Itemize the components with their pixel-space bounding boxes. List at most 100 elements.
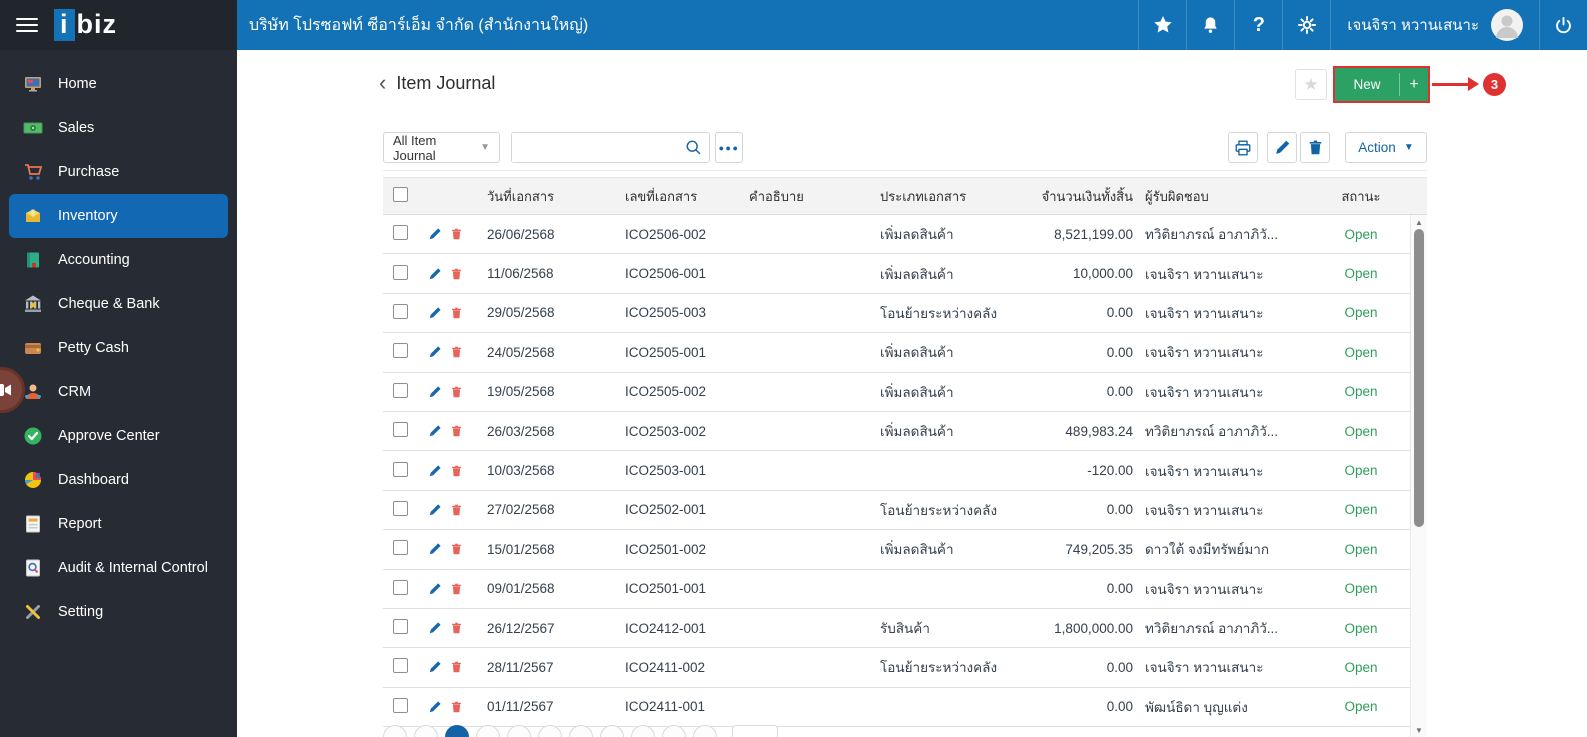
page-button[interactable]: [569, 725, 593, 737]
page-button[interactable]: [631, 725, 655, 737]
row-checkbox[interactable]: [393, 303, 408, 319]
new-plus-button[interactable]: +: [1400, 68, 1428, 101]
row-checkbox[interactable]: [393, 697, 408, 713]
row-delete-button[interactable]: [450, 267, 463, 281]
table-row[interactable]: 01/11/2567 ICO2411-001 0.00 พัฒน์ธิดา บุ…: [383, 687, 1427, 728]
row-checkbox[interactable]: [393, 343, 408, 359]
row-edit-button[interactable]: [428, 385, 442, 399]
sidebar-item-inventory[interactable]: Inventory: [9, 194, 228, 238]
row-delete-button[interactable]: [450, 621, 463, 635]
favorite-page-button[interactable]: ★: [1295, 69, 1327, 100]
sidebar-item-crm[interactable]: CRM: [9, 370, 228, 414]
row-edit-button[interactable]: [428, 621, 442, 635]
row-delete-button[interactable]: [450, 464, 463, 478]
table-row[interactable]: 15/01/2568 ICO2501-002 เพิ่มลดสินค้า 749…: [383, 530, 1427, 570]
row-checkbox[interactable]: [393, 579, 408, 595]
print-button[interactable]: [1228, 132, 1258, 163]
page-button[interactable]: [383, 725, 407, 737]
search-input[interactable]: [512, 133, 672, 162]
table-row[interactable]: 28/11/2567 ICO2411-002 โอนย้ายระหว่างคลั…: [383, 648, 1427, 688]
delete-button[interactable]: [1300, 132, 1330, 163]
back-chevron-icon[interactable]: ‹: [379, 72, 386, 94]
row-delete-button[interactable]: [450, 306, 463, 320]
row-delete-button[interactable]: [450, 660, 463, 674]
page-button[interactable]: [600, 725, 624, 737]
favorites-button[interactable]: [1138, 0, 1186, 50]
user-menu[interactable]: เจนจิรา หวานเสนาะ: [1330, 0, 1539, 50]
sidebar-item-approve-center[interactable]: Approve Center: [9, 414, 228, 458]
row-edit-button[interactable]: [428, 700, 442, 714]
row-edit-button[interactable]: [428, 582, 442, 596]
page-button[interactable]: [476, 725, 500, 737]
row-delete-button[interactable]: [450, 345, 463, 359]
table-row[interactable]: 26/06/2568 ICO2506-002 เพิ่มลดสินค้า 8,5…: [383, 215, 1427, 255]
app-logo[interactable]: i biz: [54, 9, 117, 41]
row-edit-button[interactable]: [428, 227, 442, 241]
row-edit-button[interactable]: [428, 503, 442, 517]
scroll-up-arrow-icon[interactable]: ▲: [1411, 215, 1427, 229]
row-checkbox[interactable]: [393, 540, 408, 556]
row-edit-button[interactable]: [428, 464, 442, 478]
table-row[interactable]: 19/05/2568 ICO2505-002 เพิ่มลดสินค้า 0.0…: [383, 372, 1427, 412]
sidebar-item-purchase[interactable]: Purchase: [9, 150, 228, 194]
page-button[interactable]: [693, 725, 717, 737]
row-delete-button[interactable]: [450, 385, 463, 399]
select-all-checkbox[interactable]: [393, 187, 408, 202]
table-row[interactable]: 29/05/2568 ICO2505-003 โอนย้ายระหว่างคลั…: [383, 293, 1427, 334]
edit-button[interactable]: [1267, 132, 1297, 163]
logout-button[interactable]: [1539, 0, 1587, 50]
sidebar-item-home[interactable]: Home: [9, 62, 228, 106]
row-checkbox[interactable]: [393, 461, 408, 477]
row-checkbox[interactable]: [393, 382, 408, 398]
row-delete-button[interactable]: [450, 542, 463, 556]
view-filter-dropdown[interactable]: All Item Journal ▼: [383, 132, 500, 163]
sidebar-item-cheque-bank[interactable]: Cheque & Bank: [9, 282, 228, 326]
row-delete-button[interactable]: [450, 582, 463, 596]
table-row[interactable]: 26/12/2567 ICO2412-001 รับสินค้า 1,800,0…: [383, 608, 1427, 649]
vertical-scrollbar[interactable]: ▲ ▼: [1410, 215, 1427, 737]
search-submit-button[interactable]: [677, 133, 709, 162]
table-row[interactable]: 24/05/2568 ICO2505-001 เพิ่มลดสินค้า 0.0…: [383, 333, 1427, 373]
row-checkbox[interactable]: [393, 422, 408, 438]
row-checkbox[interactable]: [393, 500, 408, 516]
table-row[interactable]: 26/03/2568 ICO2503-002 เพิ่มลดสินค้า 489…: [383, 411, 1427, 452]
more-options-button[interactable]: ●●●: [715, 132, 743, 163]
row-edit-button[interactable]: [428, 424, 442, 438]
table-row[interactable]: 10/03/2568 ICO2503-001 -120.00 เจนจิรา ห…: [383, 451, 1427, 491]
action-dropdown[interactable]: Action ▼: [1345, 132, 1427, 163]
row-delete-button[interactable]: [450, 503, 463, 517]
table-row[interactable]: 09/01/2568 ICO2501-001 0.00 เจนจิรา หวาน…: [383, 569, 1427, 609]
sidebar-item-setting[interactable]: Setting: [9, 590, 228, 634]
row-delete-button[interactable]: [450, 227, 463, 241]
sidebar-item-audit[interactable]: Audit & Internal Control: [9, 546, 228, 590]
new-button[interactable]: New +: [1335, 68, 1428, 101]
page-button[interactable]: [507, 725, 531, 737]
row-checkbox[interactable]: [393, 225, 408, 241]
scrollbar-thumb[interactable]: [1414, 229, 1424, 527]
sidebar-item-dashboard[interactable]: Dashboard: [9, 458, 228, 502]
table-row[interactable]: 11/06/2568 ICO2506-001 เพิ่มลดสินค้า 10,…: [383, 254, 1427, 294]
page-button[interactable]: [538, 725, 562, 737]
row-checkbox[interactable]: [393, 264, 408, 280]
row-edit-button[interactable]: [428, 306, 442, 320]
table-row[interactable]: 27/02/2568 ICO2502-001 โอนย้ายระหว่างคลั…: [383, 490, 1427, 531]
hamburger-menu-icon[interactable]: [16, 18, 38, 32]
page-size-box[interactable]: [732, 725, 778, 737]
help-button[interactable]: ?: [1234, 0, 1282, 50]
notifications-button[interactable]: [1186, 0, 1234, 50]
settings-button[interactable]: [1282, 0, 1330, 50]
sidebar-item-report[interactable]: Report: [9, 502, 228, 546]
sidebar-item-sales[interactable]: Sales: [9, 106, 228, 150]
row-edit-button[interactable]: [428, 345, 442, 359]
row-edit-button[interactable]: [428, 542, 442, 556]
page-button[interactable]: [445, 725, 469, 737]
row-checkbox[interactable]: [393, 619, 408, 635]
row-delete-button[interactable]: [450, 700, 463, 714]
page-button[interactable]: [662, 725, 686, 737]
search-box[interactable]: [511, 132, 710, 163]
page-button[interactable]: [414, 725, 438, 737]
sidebar-item-accounting[interactable]: Accounting: [9, 238, 228, 282]
row-delete-button[interactable]: [450, 424, 463, 438]
sidebar-item-petty-cash[interactable]: Petty Cash: [9, 326, 228, 370]
row-edit-button[interactable]: [428, 267, 442, 281]
